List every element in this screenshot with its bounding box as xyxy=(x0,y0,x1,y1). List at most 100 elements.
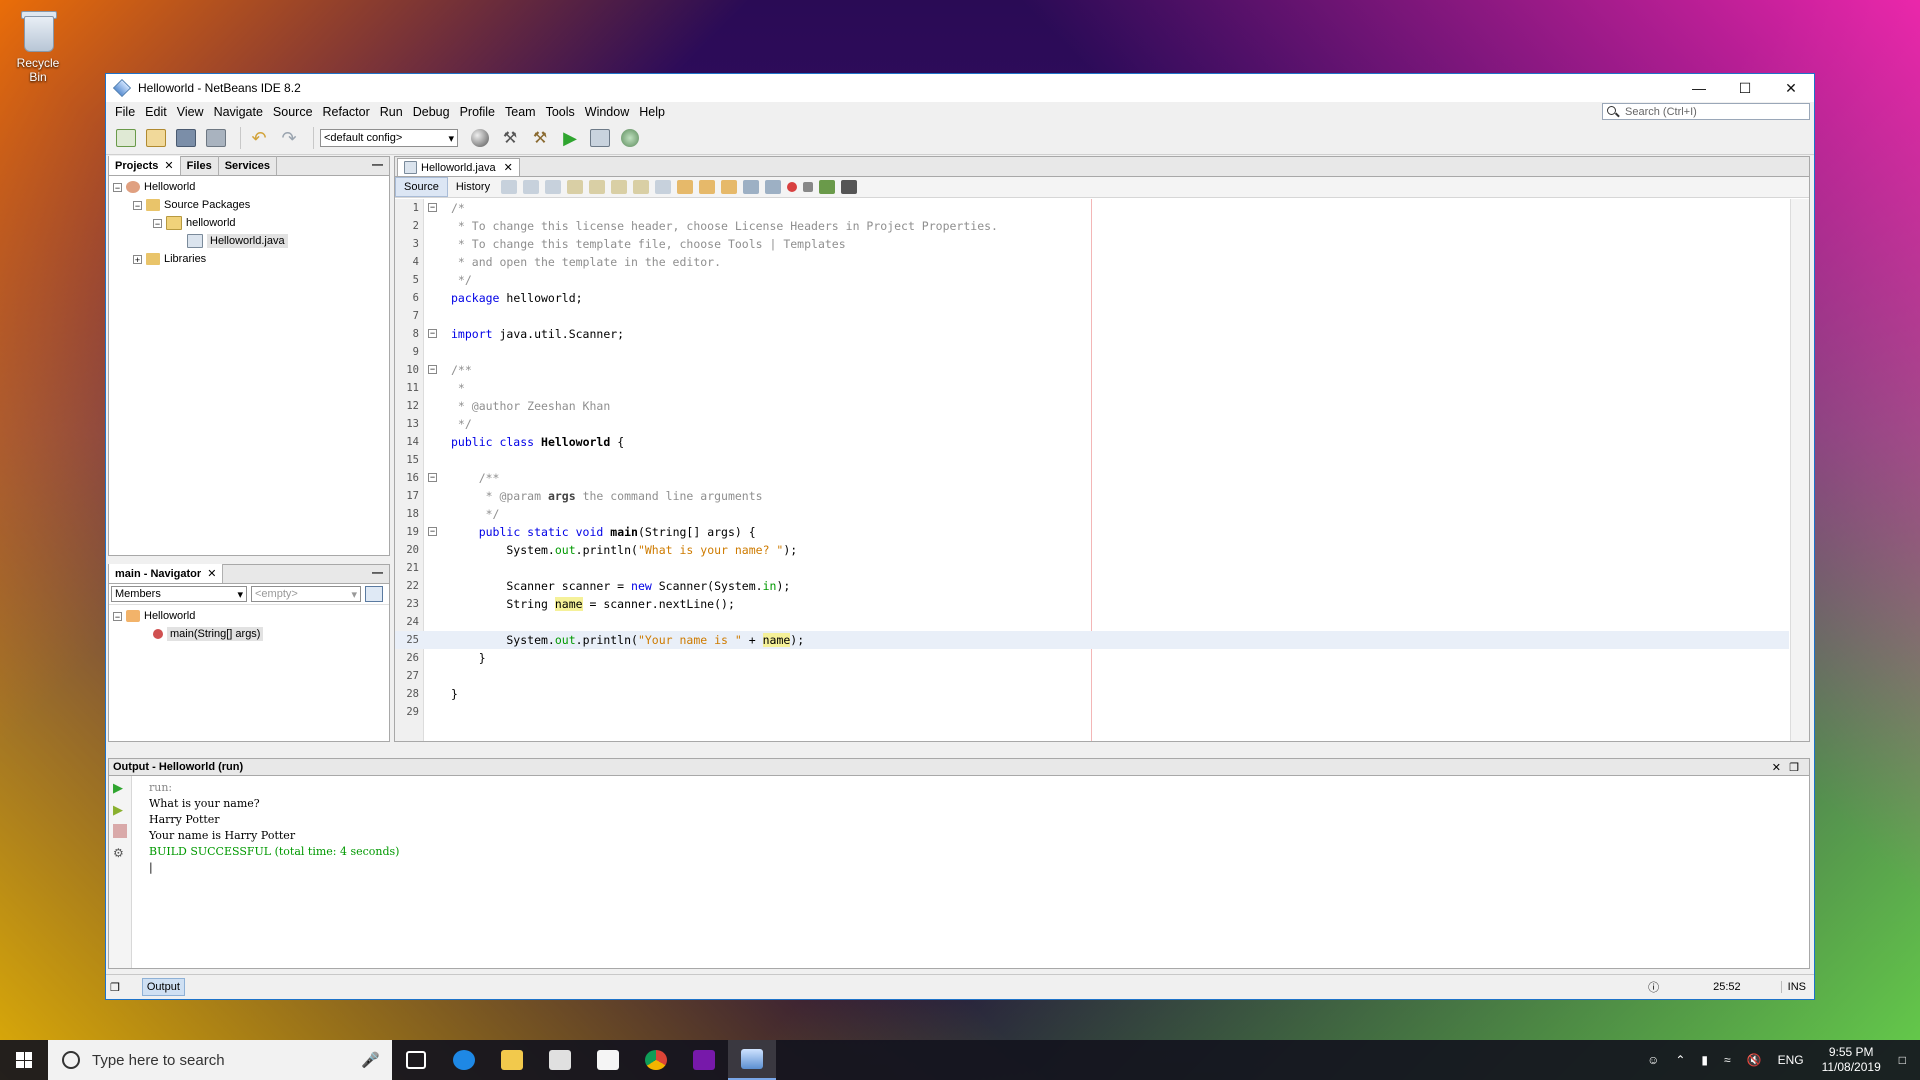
profile-button[interactable] xyxy=(618,126,642,150)
members-select[interactable]: Members ▾ xyxy=(111,586,247,602)
restore-icon[interactable]: ❐ xyxy=(1789,761,1799,774)
chevron-up-icon[interactable]: ⌃ xyxy=(1675,1053,1685,1067)
tree-node-file[interactable]: Helloworld.java xyxy=(109,232,389,250)
volume-muted-icon[interactable]: 🔇 xyxy=(1747,1053,1762,1067)
output-window-tab[interactable]: Output xyxy=(141,978,185,996)
menu-profile[interactable]: Profile xyxy=(455,105,500,119)
minimize-panel-button[interactable]: — xyxy=(372,159,383,171)
navigator-options-icon[interactable] xyxy=(365,586,383,602)
close-icon[interactable]: ✕ xyxy=(207,567,216,580)
debug-button[interactable] xyxy=(588,126,612,150)
language-indicator[interactable]: ENG xyxy=(1778,1053,1804,1067)
tab-projects[interactable]: Projects ✕ xyxy=(109,156,181,175)
close-icon[interactable]: ✕ xyxy=(164,159,173,172)
notification-icon[interactable]: ⓘ xyxy=(1648,979,1659,995)
minimize-panel-button[interactable]: — xyxy=(372,567,383,579)
clean-build-button[interactable]: ⚒ xyxy=(528,126,552,150)
tree-node-package[interactable]: − helloworld xyxy=(109,214,389,232)
menu-run[interactable]: Run xyxy=(375,105,408,119)
find-previous-icon[interactable] xyxy=(589,180,606,194)
shift-right-icon[interactable] xyxy=(765,180,782,194)
maximize-button[interactable]: ☐ xyxy=(1722,74,1768,102)
file-explorer-button[interactable] xyxy=(488,1040,536,1080)
tree-node-source-packages[interactable]: − Source Packages xyxy=(109,196,389,214)
wifi-icon[interactable]: ≈ xyxy=(1724,1053,1731,1067)
forward-icon[interactable] xyxy=(545,180,562,194)
menu-debug[interactable]: Debug xyxy=(408,105,455,119)
rerun-icon[interactable]: ▶ xyxy=(113,780,127,795)
menu-team[interactable]: Team xyxy=(500,105,541,119)
microphone-icon[interactable]: 🎤 xyxy=(361,1051,380,1069)
previous-bookmark-icon[interactable] xyxy=(677,180,694,194)
tree-node-libraries[interactable]: + Libraries xyxy=(109,250,389,268)
source-view-button[interactable]: Source xyxy=(395,177,448,197)
fold-icon[interactable]: − xyxy=(428,473,437,482)
action-center-icon[interactable]: □ xyxy=(1899,1053,1906,1067)
close-window-button[interactable]: ✕ xyxy=(1768,74,1814,102)
fold-icon[interactable]: − xyxy=(428,329,437,338)
rerun-with-params-icon[interactable]: ▶ xyxy=(113,802,127,817)
collapse-icon[interactable]: − xyxy=(113,182,122,192)
menu-file[interactable]: File xyxy=(110,105,140,119)
tab-files[interactable]: Files xyxy=(181,156,219,175)
code-area[interactable]: 1/* 2 * To change this license header, c… xyxy=(395,199,1809,741)
new-file-button[interactable] xyxy=(114,126,138,150)
expand-icon[interactable]: + xyxy=(133,254,142,264)
quick-search-input[interactable]: Search (Ctrl+I) xyxy=(1602,103,1810,120)
navigator-class-node[interactable]: − Helloworld xyxy=(109,607,389,625)
new-project-button[interactable] xyxy=(144,126,168,150)
toggle-rect-selection-icon[interactable] xyxy=(655,180,672,194)
menu-view[interactable]: View xyxy=(172,105,209,119)
restore-icon[interactable]: ❐ xyxy=(110,981,120,994)
chrome-button[interactable] xyxy=(632,1040,680,1080)
find-next-icon[interactable] xyxy=(611,180,628,194)
store-button[interactable] xyxy=(536,1040,584,1080)
people-icon[interactable]: ☺ xyxy=(1647,1053,1659,1067)
stop-icon[interactable] xyxy=(113,824,127,838)
menu-tools[interactable]: Tools xyxy=(541,105,580,119)
battery-icon[interactable]: ▮ xyxy=(1701,1053,1708,1067)
task-view-button[interactable] xyxy=(392,1040,440,1080)
menu-refactor[interactable]: Refactor xyxy=(318,105,375,119)
onenote-button[interactable] xyxy=(680,1040,728,1080)
taskbar-search[interactable]: Type here to search 🎤 xyxy=(48,1040,392,1080)
filter-select[interactable]: <empty> ▾ xyxy=(251,586,361,602)
minimize-button[interactable]: — xyxy=(1676,74,1722,102)
tab-navigator[interactable]: main - Navigator ✕ xyxy=(109,564,224,583)
tab-services[interactable]: Services xyxy=(219,156,277,175)
recycle-bin[interactable]: Recycle Bin xyxy=(8,8,68,84)
navigator-method-node[interactable]: main(String[] args) xyxy=(109,625,389,643)
fold-icon[interactable]: − xyxy=(428,527,437,536)
stop-macro-icon[interactable] xyxy=(803,182,814,192)
close-icon[interactable]: ✕ xyxy=(1772,761,1781,774)
menu-edit[interactable]: Edit xyxy=(140,105,172,119)
undo-button[interactable]: ↶ xyxy=(247,126,271,150)
toggle-highlight-icon[interactable] xyxy=(633,180,650,194)
next-bookmark-icon[interactable] xyxy=(699,180,716,194)
back-icon[interactable] xyxy=(523,180,540,194)
browser-button[interactable] xyxy=(468,126,492,150)
edge-button[interactable] xyxy=(440,1040,488,1080)
toggle-bookmark-icon[interactable] xyxy=(721,180,738,194)
menu-help[interactable]: Help xyxy=(634,105,670,119)
redo-button[interactable]: ↷ xyxy=(277,126,301,150)
fold-icon[interactable]: − xyxy=(428,365,437,374)
collapse-icon[interactable]: − xyxy=(133,200,142,210)
history-view-button[interactable]: History xyxy=(448,178,498,196)
last-edit-icon[interactable] xyxy=(501,180,518,194)
netbeans-taskbar-button[interactable] xyxy=(728,1040,776,1080)
config-select[interactable]: <default config> ▾ xyxy=(320,129,458,147)
menu-navigate[interactable]: Navigate xyxy=(209,105,268,119)
tree-node-project[interactable]: − Helloworld xyxy=(109,178,389,196)
close-icon[interactable]: ✕ xyxy=(504,161,513,174)
menu-source[interactable]: Source xyxy=(268,105,318,119)
menu-window[interactable]: Window xyxy=(580,105,634,119)
save-all-button[interactable] xyxy=(204,126,228,150)
settings-icon[interactable]: ⚙ xyxy=(113,846,127,860)
mail-button[interactable] xyxy=(584,1040,632,1080)
start-macro-icon[interactable] xyxy=(787,182,798,192)
editor-scrollbar[interactable] xyxy=(1790,199,1809,741)
build-button[interactable]: ⚒ xyxy=(498,126,522,150)
run-button[interactable]: ▶ xyxy=(558,126,582,150)
title-bar[interactable]: Helloworld - NetBeans IDE 8.2 — ☐ ✕ xyxy=(106,74,1814,102)
